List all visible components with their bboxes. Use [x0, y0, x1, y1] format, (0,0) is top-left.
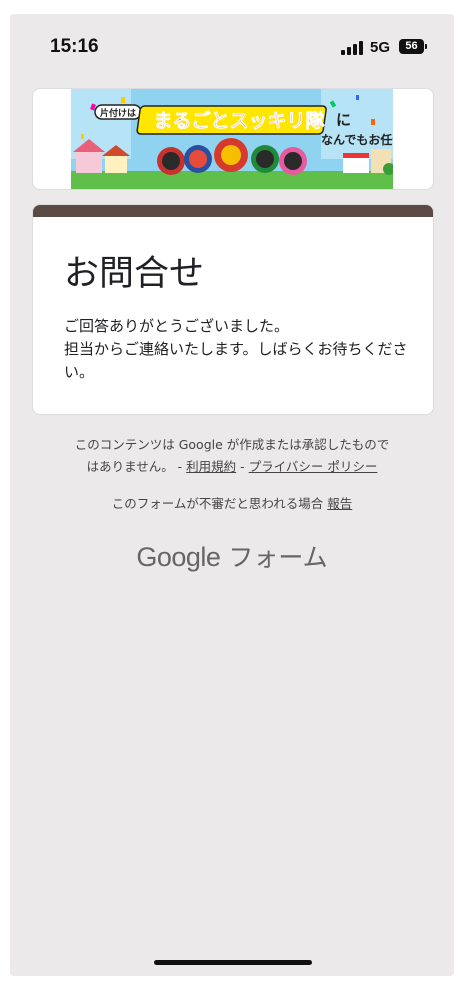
disclaimer-line-2: はありません。 - 利用規約 - プライバシー ポリシー: [32, 456, 432, 478]
disclaimer-text: はありません。 -: [86, 459, 183, 474]
disclaimer-line-1: このコンテンツは Google が作成または承認したもので: [74, 437, 390, 452]
svg-text:なんでもお任せ!: なんでもお任せ!: [321, 132, 393, 147]
home-indicator[interactable]: [154, 960, 312, 965]
svg-text:まるごとスッキリ隊: まるごとスッキリ隊: [153, 109, 325, 132]
phone-screen: 15:16 5G 56 片付けは まるごとスッキリ隊 に なんでもお任 お問合せ…: [10, 14, 454, 976]
footer-disclaimer: このコンテンツは Google が作成または承認したもので はありません。 - …: [32, 434, 432, 478]
signal-icon: [341, 41, 363, 55]
battery-tip: [425, 44, 427, 49]
card-accent-bar: [33, 205, 433, 217]
banner-image: 片付けは まるごとスッキリ隊 に なんでもお任せ!: [71, 89, 393, 189]
terms-link[interactable]: 利用規約: [186, 459, 236, 474]
report-line: このフォームが不審だと思われる場合 報告: [32, 493, 432, 512]
svg-text:に: に: [336, 111, 351, 129]
status-bar: 15:16 5G 56: [10, 14, 454, 74]
svg-text:片付けは: 片付けは: [100, 107, 136, 119]
confirmation-card: お問合せ ご回答ありがとうございました。 担当からご連絡いたします。しばらくお待…: [32, 204, 434, 415]
header-banner: 片付けは まるごとスッキリ隊 に なんでもお任せ!: [32, 88, 434, 190]
logo-google-text: Google: [136, 542, 221, 572]
report-text: このフォームが不審だと思われる場合: [111, 496, 324, 511]
status-time: 15:16: [50, 36, 99, 57]
confirmation-message: ご回答ありがとうございました。 担当からご連絡いたします。しばらくお待ちください…: [64, 317, 408, 381]
tag-label: 片付けは: [94, 104, 142, 120]
report-link[interactable]: 報告: [327, 496, 352, 511]
google-forms-logo[interactable]: Google フォーム: [10, 538, 454, 574]
logo-forms-text: フォーム: [228, 543, 328, 572]
form-title: お問合せ: [64, 254, 205, 294]
network-type: 5G: [370, 39, 391, 56]
privacy-link[interactable]: プライバシー ポリシー: [249, 459, 378, 474]
battery-icon: 56: [399, 39, 424, 54]
link-separator: -: [240, 459, 245, 474]
